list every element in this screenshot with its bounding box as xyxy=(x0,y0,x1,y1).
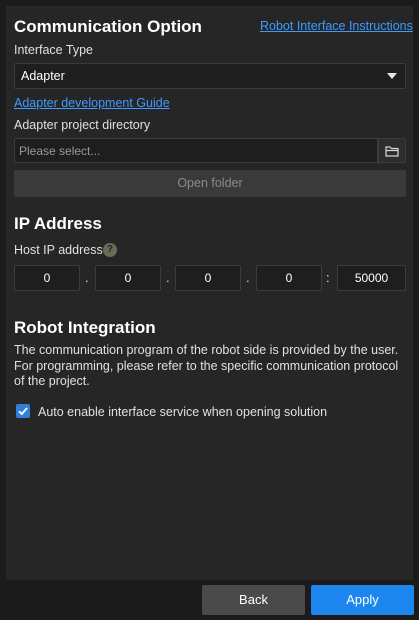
communication-option-title: Communication Option xyxy=(14,17,202,36)
ip-address-title: IP Address xyxy=(14,214,102,233)
interface-type-value: Adapter xyxy=(21,69,65,83)
ip-dot-separator: . xyxy=(166,270,170,285)
chevron-down-icon xyxy=(387,73,397,79)
robot-integration-description: The communication program of the robot s… xyxy=(14,343,399,388)
help-icon[interactable]: ? xyxy=(103,243,117,257)
ip-dot-separator: . xyxy=(85,270,89,285)
robot-interface-instructions-link[interactable]: Robot Interface Instructions xyxy=(260,19,413,33)
ip-octet-1-input[interactable]: 0 xyxy=(14,265,80,291)
folder-icon xyxy=(385,145,399,157)
auto-enable-checkbox[interactable] xyxy=(16,404,30,418)
apply-button[interactable]: Apply xyxy=(311,585,414,615)
interface-type-label: Interface Type xyxy=(14,43,93,57)
adapter-project-directory-input[interactable]: Please select... xyxy=(14,138,378,163)
open-folder-button[interactable]: Open folder xyxy=(14,170,406,197)
back-button[interactable]: Back xyxy=(202,585,305,615)
auto-enable-label: Auto enable interface service when openi… xyxy=(38,405,328,419)
ip-octet-3-input[interactable]: 0 xyxy=(175,265,241,291)
robot-integration-title: Robot Integration xyxy=(14,318,156,337)
checkmark-icon xyxy=(18,407,28,416)
host-ip-address-label: Host IP address xyxy=(14,243,103,257)
browse-folder-button[interactable] xyxy=(378,138,406,163)
port-input[interactable]: 50000 xyxy=(337,265,406,291)
adapter-project-directory-label: Adapter project directory xyxy=(14,118,151,132)
interface-type-select[interactable]: Adapter xyxy=(14,63,406,89)
ip-octet-4-input[interactable]: 0 xyxy=(256,265,322,291)
ip-octet-2-input[interactable]: 0 xyxy=(95,265,161,291)
ip-dot-separator: . xyxy=(246,270,250,285)
adapter-development-guide-link[interactable]: Adapter development Guide xyxy=(14,96,170,110)
settings-panel xyxy=(6,6,413,580)
port-colon-separator: : xyxy=(326,270,330,285)
